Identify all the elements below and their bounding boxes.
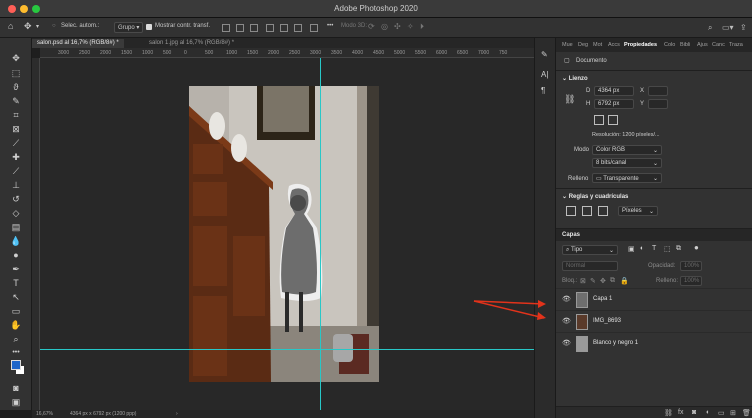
- arrow-head: [538, 300, 546, 308]
- photoshop-window: Adobe Photoshop 2020 ⌂ ✥ ▾ ○ Selec. auto…: [0, 0, 752, 418]
- arrow-head: [537, 312, 546, 320]
- annotation-arrows: [473, 300, 546, 320]
